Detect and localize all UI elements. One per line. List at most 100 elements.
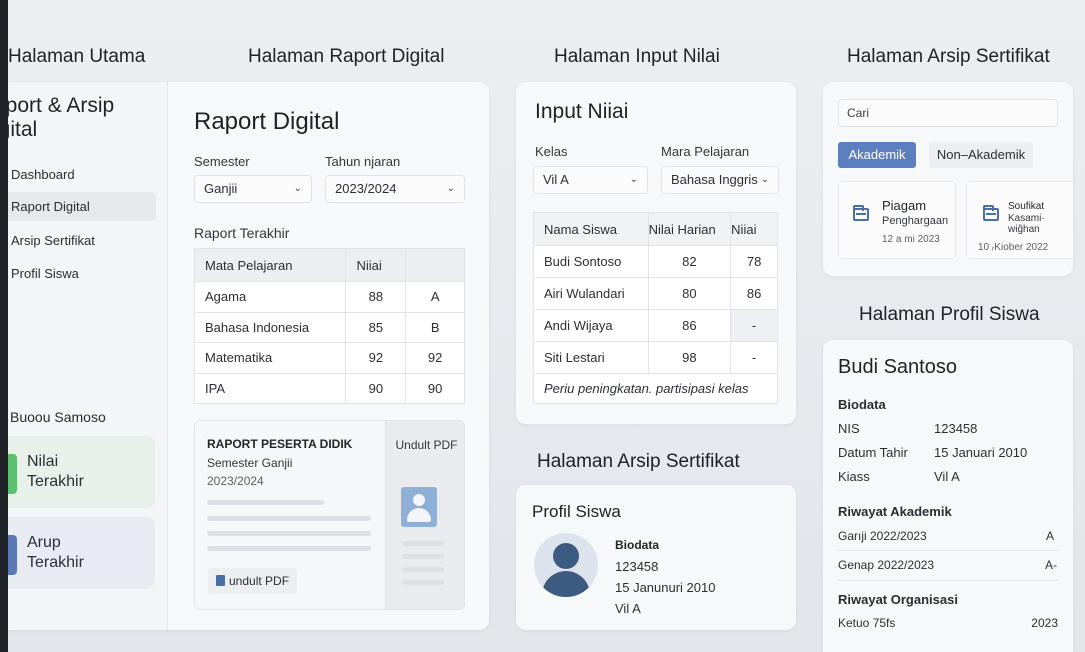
- cell[interactable]: 78: [730, 245, 778, 278]
- arsip-sertifikat-panel: Cari Akademik Non–Akademik Piagam Pengha…: [823, 82, 1073, 276]
- cert-title: Piagam: [882, 198, 927, 213]
- field-value: 15 Januari 2010: [934, 445, 1028, 460]
- stat-card-arup[interactable]: Arup Terakhir: [8, 517, 155, 589]
- class-select[interactable]: Vil A ⌄: [533, 166, 648, 194]
- chevron-down-icon: ⌄: [293, 183, 302, 194]
- cert-subtitle: Kasami·: [1008, 213, 1045, 224]
- text-placeholder-line: [402, 567, 444, 572]
- sidebar: aport & Arsip igital Dashboard Raport Di…: [8, 82, 168, 630]
- input-nilai-panel: Input Niiai Kelas Mara Pelajaran Vil A ⌄…: [516, 82, 796, 424]
- download-panel: Undult PDF: [385, 421, 464, 609]
- cell[interactable]: 86: [730, 277, 778, 310]
- cert-subtitle: Penghargaan: [882, 215, 949, 227]
- raport-document-preview: RAPORT PESERTA DIDIK Semester Ganjii 202…: [194, 420, 465, 610]
- avatar: [534, 533, 598, 597]
- class-value: Vil A: [615, 601, 641, 616]
- biodata-label: Biodata: [838, 397, 886, 412]
- file-icon: [216, 575, 225, 586]
- cell: 88: [345, 281, 407, 313]
- title-halaman-input: Halaman Input Nilai: [554, 46, 720, 67]
- document-title: RAPORT PESERTA DIDIK: [207, 437, 353, 451]
- cell[interactable]: -: [730, 309, 778, 342]
- stat-label-2: Terakhir: [27, 473, 84, 490]
- sidebar-item-raport-digital[interactable]: Raport Digital: [8, 192, 156, 221]
- certificate-card[interactable]: Piagam Penghargaan 12 a mi 2023: [838, 181, 956, 259]
- document-body: RAPORT PESERTA DIDIK Semester Ganjii 202…: [195, 421, 385, 609]
- cell[interactable]: -: [730, 341, 778, 374]
- certificate-card[interactable]: Soufikat Kasami· wiĝhan 10 ᵣKiober 2022: [966, 181, 1073, 259]
- cell: Budi Sontoso: [533, 245, 649, 278]
- subject-value: Bahasa Inggris: [671, 172, 758, 187]
- semester-label: Semester: [194, 154, 250, 169]
- semester-select[interactable]: Ganjii ⌄: [194, 175, 312, 203]
- field-value: Vil A: [934, 469, 960, 484]
- field-key: Kiass: [838, 469, 870, 484]
- cell: 92: [405, 342, 465, 374]
- profil-siswa-panel: Budi Santoso Biodata NIS 123458 Datum Ta…: [823, 340, 1073, 652]
- cell: Agama: [193, 281, 347, 313]
- subject-select[interactable]: Bahasa Inggris ⌄: [661, 166, 779, 194]
- sidebar-item-dashboard[interactable]: Dashboard: [8, 160, 156, 189]
- chevron-down-icon: ⌄: [629, 174, 638, 185]
- tab-akademik[interactable]: Akademik: [838, 142, 916, 168]
- download-header[interactable]: Undult PDF: [386, 421, 464, 469]
- academic-label: Riwayat Akademik: [838, 504, 952, 519]
- cell[interactable]: 80: [647, 277, 732, 310]
- field-key: Datum Tahir: [838, 445, 908, 460]
- field-key: NIS: [838, 421, 860, 436]
- title-halaman-utama: Halaman Utama: [8, 46, 146, 67]
- brand-line-1: aport & Arsip: [8, 94, 115, 117]
- student-photo-icon: [401, 487, 437, 527]
- cell[interactable]: 86: [647, 309, 732, 342]
- user-name: Buoou Samoso: [10, 409, 106, 425]
- download-label: undult PDF: [229, 574, 290, 588]
- year-select[interactable]: 2023/2024 ⌄: [325, 175, 465, 203]
- divider: [837, 550, 1059, 551]
- academic-grade: A: [1045, 529, 1054, 543]
- stat-label-1: Nilai: [27, 453, 59, 470]
- sidebar-item-arsip-sertifikat[interactable]: Arsip Sertifikat: [8, 226, 156, 255]
- text-placeholder-line: [402, 554, 444, 559]
- text-placeholder-line: [402, 580, 444, 585]
- stat-card-nilai[interactable]: Nilai Terakhir: [8, 436, 155, 508]
- cell: 85: [345, 311, 407, 343]
- brand-line-2: igital: [8, 118, 38, 141]
- sidebar-item-profil-siswa[interactable]: Profil Siswa: [8, 259, 156, 288]
- cell[interactable]: 82: [647, 245, 732, 278]
- search-input[interactable]: Cari: [838, 99, 1058, 127]
- org-label: Riwayat Organisasi: [838, 592, 958, 607]
- class-label: Kelas: [535, 144, 568, 159]
- col-header: Niiai: [730, 212, 778, 246]
- student-name: Budi Santoso: [838, 356, 957, 378]
- col-header: Niiai: [345, 248, 407, 282]
- cell: 90: [405, 372, 465, 404]
- col-header: [405, 248, 465, 282]
- cell[interactable]: 98: [647, 341, 732, 374]
- text-placeholder-line: [207, 531, 371, 536]
- class-value: Vil A: [543, 172, 569, 187]
- table-row: IPA 90 90: [193, 372, 465, 404]
- cell: Bahasa Indonesia: [193, 311, 347, 343]
- folder-icon: [853, 205, 869, 221]
- title-halaman-raport: Halaman Raport Digital: [248, 46, 445, 67]
- cell: IPA: [193, 372, 347, 404]
- page-title: Raport Digital: [194, 108, 340, 135]
- year-label: Tahun njaran: [325, 154, 401, 169]
- title-halaman-profil: Halaman Profil Siswa: [859, 304, 1040, 325]
- table-title: Raport Terakhir: [194, 225, 290, 241]
- tab-non-akademik[interactable]: Non–Akademik: [929, 142, 1033, 168]
- col-header: Nilai Harian: [647, 212, 732, 246]
- input-nilai-table: Nama Siswa Nilai Harian Niiai Budi Sonto…: [533, 212, 778, 404]
- semester-value: Ganjii: [204, 181, 238, 196]
- table-row: Agama 88 A: [193, 281, 465, 313]
- table-row: Matematika 92 92: [193, 342, 465, 374]
- chevron-down-icon: ⌄: [760, 174, 769, 185]
- title-halaman-arsip-2: Halaman Arsip Sertifikat: [537, 451, 740, 472]
- text-placeholder-line: [207, 546, 371, 551]
- download-pdf-button[interactable]: undult PDF: [208, 568, 298, 594]
- year-value: 2023/2024: [335, 181, 397, 196]
- table-row: Andi Wijaya 86 -: [533, 309, 778, 342]
- note-cell[interactable]: Periu peningkatan. partisipasi kelas: [533, 373, 778, 404]
- cell: Matematika: [193, 342, 347, 374]
- table-header-row: Nama Siswa Nilai Harian Niiai: [533, 212, 778, 246]
